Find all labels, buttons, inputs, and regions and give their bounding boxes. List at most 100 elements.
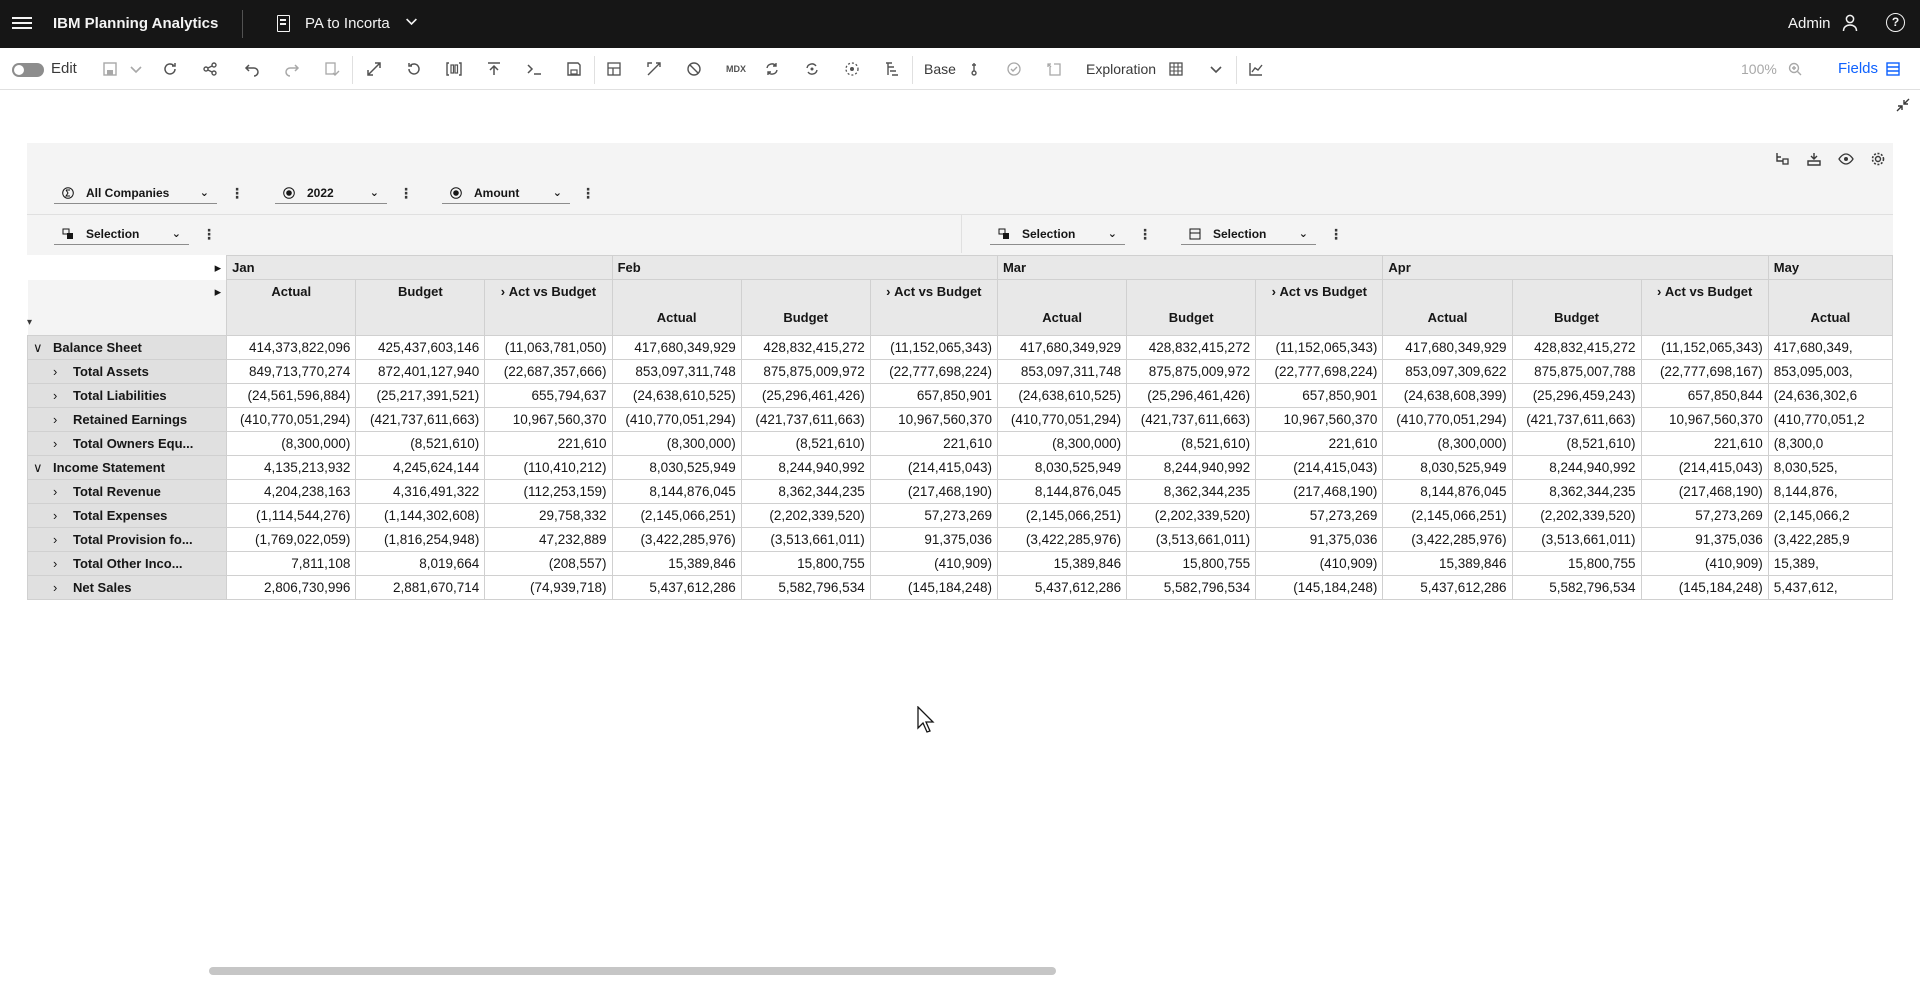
data-cell[interactable]: 4,204,238,163 [226, 479, 357, 504]
horizontal-scrollbar[interactable] [209, 967, 1056, 975]
chevron-right-icon[interactable]: › [501, 284, 509, 299]
data-cell[interactable]: (2,202,339,520) [1511, 503, 1642, 528]
row-dimension-selector[interactable]: Selection ⌄ [54, 223, 189, 245]
data-cell[interactable]: (3,422,285,976) [1382, 527, 1513, 552]
data-cell[interactable]: 2,881,670,714 [355, 575, 486, 600]
suppress-zeros-icon[interactable] [444, 59, 464, 79]
chevron-right-icon[interactable]: › [53, 580, 67, 595]
column-header[interactable]: Actual [611, 279, 742, 336]
data-cell[interactable]: 29,758,332 [484, 503, 613, 528]
data-cell[interactable]: 853,097,311,748 [611, 359, 742, 384]
data-cell[interactable]: (2,145,066,251) [611, 503, 742, 528]
data-cell[interactable]: (8,521,610) [1511, 431, 1642, 456]
edit-toggle[interactable] [12, 63, 44, 77]
data-cell[interactable]: 10,967,560,370 [869, 407, 998, 432]
data-cell[interactable]: 8,030,525, [1767, 455, 1893, 480]
data-cell[interactable]: 57,273,269 [1640, 503, 1769, 528]
data-cell[interactable]: 57,273,269 [1255, 503, 1384, 528]
data-cell[interactable]: 875,875,009,972 [740, 359, 871, 384]
month-header[interactable]: Apr [1382, 255, 1769, 280]
data-cell[interactable]: 853,097,311,748 [996, 359, 1128, 384]
chevron-down-icon[interactable] [405, 15, 418, 31]
row-header[interactable]: › Total Owners Equ... [27, 431, 228, 456]
data-cell[interactable]: (8,521,610) [355, 431, 486, 456]
commit-icon[interactable] [322, 59, 342, 79]
data-cell[interactable]: 8,144,876,045 [1382, 479, 1513, 504]
overflow-menu-icon[interactable]: ⋮ [399, 182, 413, 204]
row-header[interactable]: › Retained Earnings [27, 407, 228, 432]
hold-icon[interactable] [684, 59, 704, 79]
month-header[interactable]: Mar [996, 255, 1384, 280]
data-cell[interactable]: 8,362,344,235 [1511, 479, 1642, 504]
column-expand-icon[interactable]: ▸ [27, 279, 227, 336]
eye-icon[interactable] [1838, 151, 1854, 167]
refresh-icon[interactable] [160, 59, 180, 79]
data-cell[interactable]: (22,777,698,224) [1255, 359, 1384, 384]
chevron-right-icon[interactable]: › [53, 436, 67, 451]
data-cell[interactable]: (22,777,698,167) [1640, 359, 1769, 384]
data-cell[interactable]: 425,437,603,146 [355, 335, 486, 360]
data-cell[interactable]: (217,468,190) [1255, 479, 1384, 504]
data-cell[interactable]: 7,811,108 [226, 551, 357, 576]
workbench-name[interactable]: PA to Incorta [305, 15, 390, 32]
chevron-down-icon[interactable]: ⌄ [172, 223, 181, 245]
data-cell[interactable]: 221,610 [484, 431, 613, 456]
data-cell[interactable]: 5,437,612,286 [996, 575, 1128, 600]
data-cell[interactable]: 875,875,009,972 [1126, 359, 1257, 384]
data-cell[interactable]: (410,909) [1640, 551, 1769, 576]
data-cell[interactable]: (421,737,611,663) [1511, 407, 1642, 432]
data-cell[interactable]: 8,244,940,992 [1511, 455, 1642, 480]
data-cell[interactable]: (8,300,0 [1767, 431, 1893, 456]
column-header[interactable]: Actual [1382, 279, 1513, 336]
data-cell[interactable]: (11,152,065,343) [869, 335, 998, 360]
data-cell[interactable]: 2,806,730,996 [226, 575, 357, 600]
data-cell[interactable]: 91,375,036 [1640, 527, 1769, 552]
data-cell[interactable]: 15,389,846 [611, 551, 742, 576]
expand-icon[interactable] [364, 59, 384, 79]
chevron-right-icon[interactable]: › [53, 508, 67, 523]
data-cell[interactable]: 91,375,036 [869, 527, 998, 552]
data-cell[interactable]: 8,144,876, [1767, 479, 1893, 504]
data-cell[interactable]: (25,296,461,426) [740, 383, 871, 408]
data-cell[interactable]: (410,909) [869, 551, 998, 576]
chevron-right-icon[interactable]: › [53, 532, 67, 547]
column-header[interactable]: › Act vs Budget [869, 279, 998, 336]
user-icon[interactable] [1842, 14, 1858, 32]
chevron-right-icon[interactable]: › [1272, 284, 1280, 299]
data-cell[interactable]: (1,114,544,276) [226, 503, 357, 528]
column-header[interactable]: Budget [355, 279, 486, 336]
row-header[interactable]: › Total Liabilities [27, 383, 228, 408]
data-cell[interactable]: 221,610 [869, 431, 998, 456]
user-name[interactable]: Admin [1788, 15, 1831, 32]
data-cell[interactable]: 428,832,415,272 [740, 335, 871, 360]
data-cell[interactable]: (217,468,190) [1640, 479, 1769, 504]
data-cell[interactable]: (214,415,043) [1640, 455, 1769, 480]
data-cell[interactable]: 853,095,003, [1767, 359, 1893, 384]
data-cell[interactable]: (410,770,051,294) [611, 407, 742, 432]
year-selector[interactable]: 2022 ⌄ [275, 182, 387, 204]
chevron-right-icon[interactable]: › [53, 556, 67, 571]
floppy-icon[interactable] [564, 59, 584, 79]
data-cell[interactable]: 657,850,844 [1640, 383, 1769, 408]
data-cell[interactable]: 872,401,127,940 [355, 359, 486, 384]
base-label[interactable]: Base [924, 59, 956, 79]
data-cell[interactable]: (3,422,285,976) [611, 527, 742, 552]
save-icon[interactable] [100, 59, 120, 79]
data-cell[interactable]: 47,232,889 [484, 527, 613, 552]
data-cell[interactable]: (25,296,459,243) [1511, 383, 1642, 408]
data-cell[interactable]: (8,300,000) [1382, 431, 1513, 456]
data-cell[interactable]: 10,967,560,370 [1640, 407, 1769, 432]
overflow-menu-icon[interactable]: ⋮ [202, 223, 216, 245]
overflow-menu-icon[interactable]: ⋮ [230, 182, 244, 204]
recalculate-icon[interactable] [802, 59, 822, 79]
data-cell[interactable]: (110,410,212) [484, 455, 613, 480]
data-cell[interactable]: 5,437,612,286 [611, 575, 742, 600]
zoom-level[interactable]: 100% [1741, 59, 1777, 79]
data-cell[interactable]: (2,145,066,2 [1767, 503, 1893, 528]
data-cell[interactable]: 15,800,755 [1126, 551, 1257, 576]
zoom-icon[interactable] [1786, 59, 1804, 79]
view-mode-label[interactable]: Exploration [1086, 59, 1156, 79]
column-header[interactable]: › Act vs Budget [484, 279, 613, 336]
chevron-down-icon[interactable]: ∨ [33, 460, 47, 476]
column-header[interactable]: › Act vs Budget [1640, 279, 1769, 336]
